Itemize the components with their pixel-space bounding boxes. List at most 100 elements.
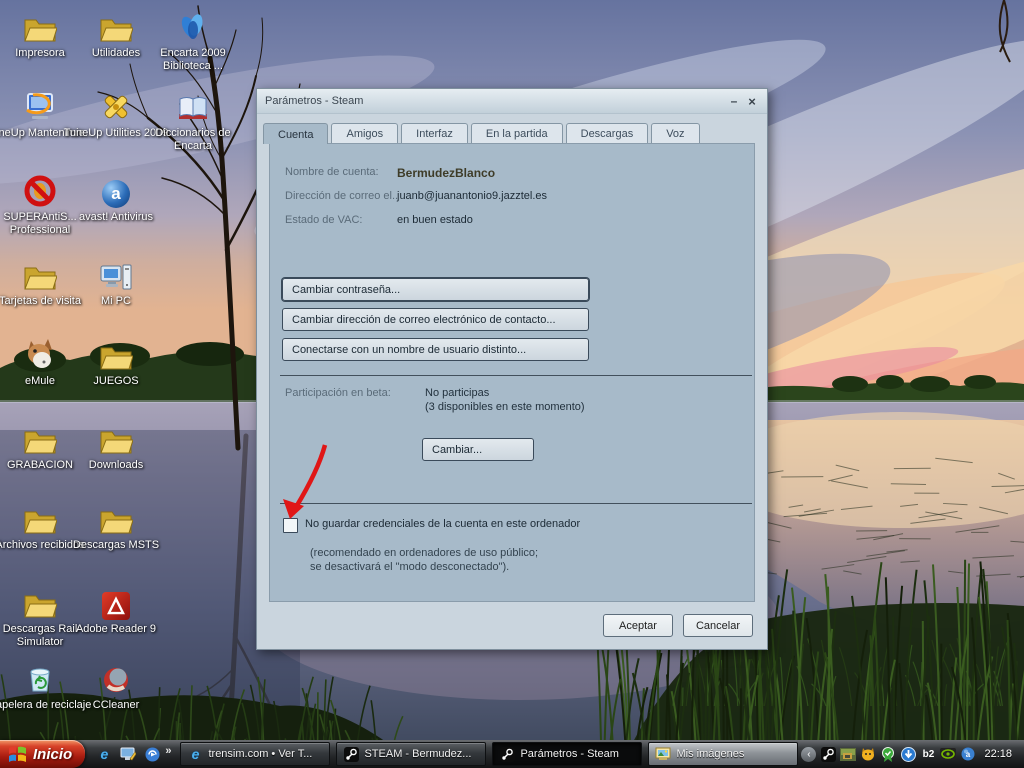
descargas-rail-simulator-icon (2, 584, 78, 620)
quick-launch-internet-explorer[interactable]: e (95, 745, 113, 763)
desktop-icon-superantispyware[interactable]: SUPERAntiS... Professional (2, 172, 78, 237)
tray-net-meter-icon[interactable]: b2 (920, 746, 936, 762)
tab-descargas[interactable]: Descargas (566, 123, 649, 143)
desktop-icon-downloads[interactable]: Downloads (78, 420, 154, 472)
task-label: Mis imágenes (676, 748, 744, 760)
no-save-credentials-label: No guardar credenciales de la cuenta en … (305, 518, 580, 530)
tab-cuenta[interactable]: Cuenta (263, 123, 328, 144)
tarjetas-de-visita-icon (2, 256, 78, 292)
desktop-icon-encarta-biblioteca[interactable]: Encarta 2009 Biblioteca ... (155, 8, 231, 73)
desktop-icon-avast-antivirus[interactable]: aavast! Antivirus (78, 172, 154, 224)
image-viewer-icon (655, 746, 671, 762)
desktop-icon-diccionarios-encarta[interactable]: Diccionarios de Encarta (155, 88, 231, 153)
conectarse-con-un-nombre-de-usuario-distinto-button[interactable]: Conectarse con un nombre de usuario dist… (282, 338, 589, 361)
tab-voz[interactable]: Voz (651, 123, 699, 143)
taskbar-task-parámetros-steam[interactable]: Parámetros - Steam (492, 742, 642, 766)
tuneup-utilities-icon (78, 88, 154, 124)
desktop-icon-label: Diccionarios de Encarta (138, 127, 248, 153)
quick-launch-media-player[interactable] (143, 745, 161, 763)
desktop-icon-label: Downloads (61, 459, 171, 472)
papelera-de-reciclaje-icon (2, 660, 78, 696)
account-field: Dirección de correo el..juanb@juanantoni… (285, 190, 398, 202)
steam-icon (499, 746, 515, 762)
task-label: STEAM - Bermudez... (364, 748, 471, 760)
credentials-note-line1: (recomendado en ordenadores de uso públi… (310, 547, 538, 559)
emule-icon (2, 336, 78, 372)
desktop-icon-descargas-msts[interactable]: Descargas MSTS (78, 500, 154, 552)
desktop-icon-juegos[interactable]: JUEGOS (78, 336, 154, 388)
close-icon[interactable]: × (743, 94, 761, 109)
tab-en-la-partida[interactable]: En la partida (471, 123, 563, 143)
tray-steam-icon[interactable] (820, 746, 836, 762)
ccleaner-icon (78, 660, 154, 696)
field-value: juanb@juanantonio9.jazztel.es (397, 190, 547, 202)
taskbar-task-steam-bermudez[interactable]: STEAM - Bermudez... (336, 742, 486, 766)
beta-availability: (3 disponibles en este momento) (425, 401, 585, 413)
tab-interfaz[interactable]: Interfaz (401, 123, 468, 143)
tray-download-manager-icon[interactable] (900, 746, 916, 762)
tray-emule-icon[interactable] (860, 746, 876, 762)
field-label: Dirección de correo el.. (285, 190, 398, 202)
tray-photo-viewer-icon[interactable] (840, 746, 856, 762)
quick-launch: e (95, 745, 161, 763)
dialog-title: Parámetros - Steam (257, 95, 725, 107)
desktop-icon-label: CCleaner (61, 699, 171, 712)
cambiar-contraseña-button[interactable]: Cambiar contraseña... (282, 278, 589, 301)
start-button[interactable]: Inicio (0, 740, 85, 768)
desktop-icon-label: Descargas MSTS (61, 539, 171, 552)
desktop-icon-adobe-reader[interactable]: Adobe Reader 9 (78, 584, 154, 636)
quick-launch-overflow-chevron[interactable]: » (165, 745, 171, 757)
diccionarios-encarta-icon (155, 88, 231, 124)
accept-button[interactable]: Aceptar (603, 614, 673, 637)
media-player-icon (144, 746, 160, 762)
beta-change-button[interactable]: Cambiar... (422, 438, 534, 461)
internet-explorer-icon: e (187, 746, 203, 762)
desktop-icon-mi-pc[interactable]: Mi PC (78, 256, 154, 308)
desktop-icon-label: avast! Antivirus (61, 211, 171, 224)
show-desktop-icon (120, 746, 136, 762)
dialog-titlebar[interactable]: Parámetros - Steam – × (257, 89, 767, 114)
cancel-button[interactable]: Cancelar (683, 614, 753, 637)
desktop-icon-ccleaner[interactable]: CCleaner (78, 660, 154, 712)
task-label: trensim.com • Ver T... (208, 748, 312, 760)
taskbar-task-mis-imágenes[interactable]: Mis imágenes (648, 742, 798, 766)
superantispyware-icon (2, 172, 78, 208)
tuneup-mantenimiento-icon (2, 88, 78, 124)
desktop-icon-label: Mi PC (61, 295, 171, 308)
tray-avast-icon[interactable]: a (960, 746, 976, 762)
desktop: ImpresoraUtilidadesEncarta 2009 Bibliote… (0, 0, 1024, 768)
dialog-body: Nombre de cuenta:BermudezBlanco Dirección… (269, 143, 755, 602)
divider (280, 375, 752, 376)
mi-pc-icon (78, 256, 154, 292)
tray-security-badge-icon[interactable] (880, 746, 896, 762)
beta-label: Participación en beta: (285, 387, 391, 399)
desktop-icon-label: Encarta 2009 Biblioteca ... (138, 47, 248, 73)
credentials-note-line2: se desactivará el "modo desconectado"). (310, 561, 509, 573)
steam-settings-dialog: Parámetros - Steam – × CuentaAmigosInter… (256, 88, 768, 650)
beta-status: No participas (425, 387, 489, 399)
internet-explorer-icon: e (96, 746, 112, 762)
system-tray: ‹ b2a 22:18 (801, 746, 1024, 762)
no-save-credentials-checkbox[interactable] (283, 518, 298, 533)
desktop-icon-label: Adobe Reader 9 (61, 623, 171, 636)
task-label: Parámetros - Steam (520, 748, 618, 760)
descargas-msts-icon (78, 500, 154, 536)
utilidades-icon (78, 8, 154, 44)
net-meter-text: b2 (923, 749, 935, 760)
tray-nvidia-icon[interactable] (940, 746, 956, 762)
impresora-icon (2, 8, 78, 44)
desktop-icon-descargas-rail-simulator[interactable]: Descargas Rail Simulator (2, 584, 78, 649)
tab-amigos[interactable]: Amigos (331, 123, 398, 143)
tray-collapse-icon[interactable]: ‹ (801, 747, 816, 762)
minimize-icon[interactable]: – (725, 94, 743, 108)
steam-icon (343, 746, 359, 762)
archivos-recibidos-icon (2, 500, 78, 536)
start-button-label: Inicio (33, 746, 72, 763)
cambiar-dirección-de-correo-electrónico-de-contacto-button[interactable]: Cambiar dirección de correo electrónico … (282, 308, 589, 331)
account-field: Nombre de cuenta:BermudezBlanco (285, 166, 379, 178)
adobe-reader-icon (78, 584, 154, 620)
field-label: Estado de VAC: (285, 214, 362, 226)
taskbar-task-trensim-com-ver-t[interactable]: e trensim.com • Ver T... (180, 742, 330, 766)
quick-launch-show-desktop[interactable] (119, 745, 137, 763)
grabacion-icon (2, 420, 78, 456)
